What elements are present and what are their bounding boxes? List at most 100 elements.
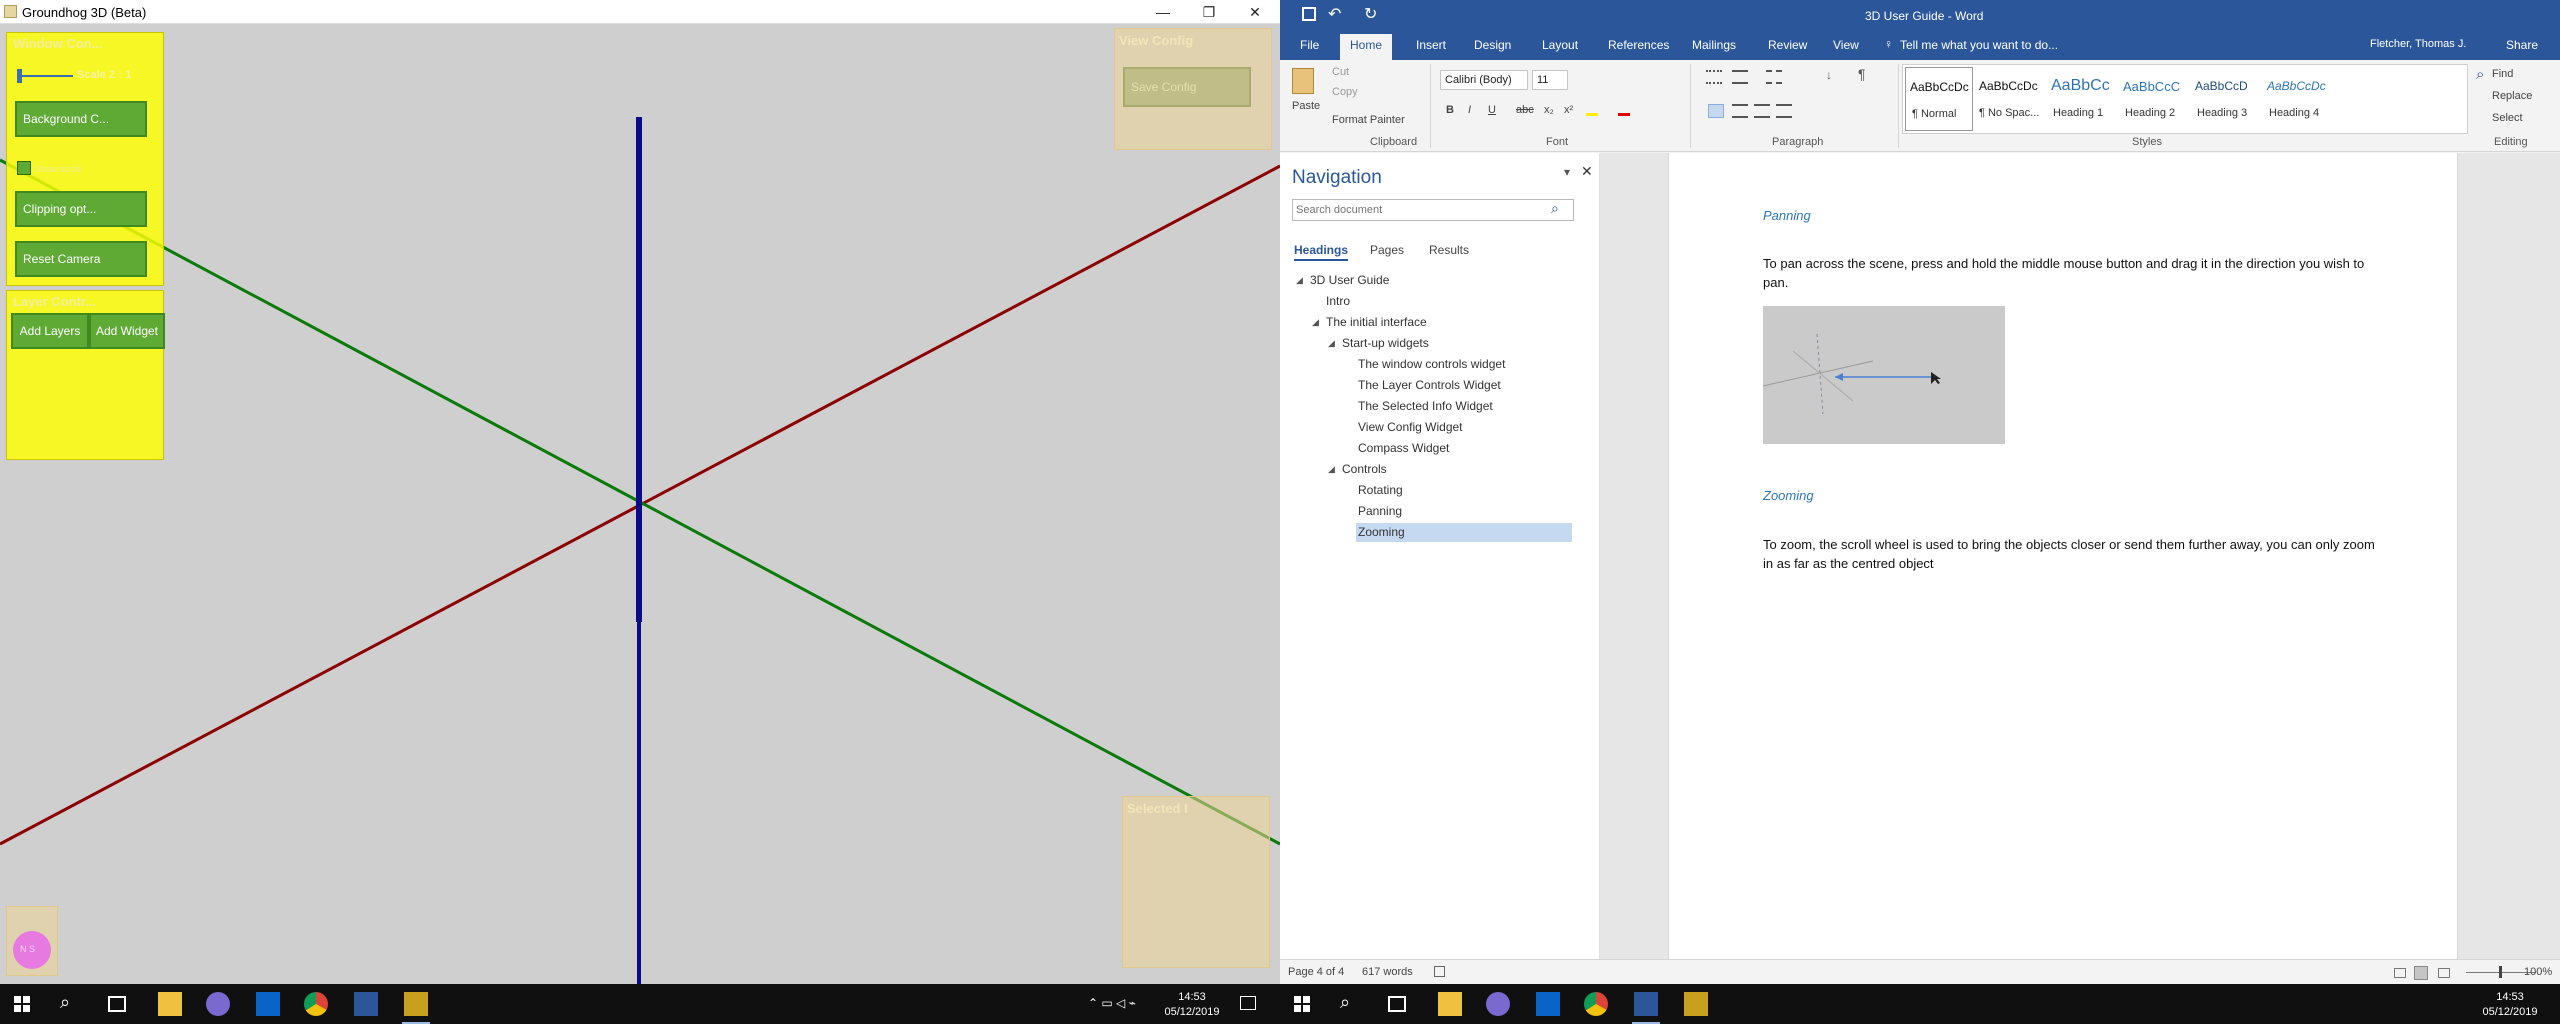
clock-time[interactable]: 14:53 <box>2478 990 2542 1004</box>
tab-file[interactable]: File <box>1300 38 1319 52</box>
file-explorer-icon[interactable] <box>158 992 182 1016</box>
font-size-select[interactable]: 11 <box>1532 70 1568 90</box>
sort-icon[interactable]: ↓ <box>1826 68 1832 82</box>
clipping-options-button[interactable]: Clipping opt... <box>15 191 147 227</box>
nav-heading[interactable]: Start-up widgets <box>1342 336 1429 350</box>
tab-headings[interactable]: Headings <box>1294 243 1349 261</box>
find-button[interactable]: Find <box>2492 68 2513 80</box>
nav-heading[interactable]: The initial interface <box>1326 315 1427 329</box>
task-view-icon[interactable] <box>108 996 126 1012</box>
search-icon[interactable]: ⌕ <box>60 992 70 1013</box>
groundhog-icon[interactable] <box>1684 992 1708 1016</box>
select-button[interactable]: Select <box>2492 112 2523 124</box>
style-normal[interactable]: AaBbCcDc ¶ Normal <box>1905 67 1973 131</box>
bold-button[interactable]: B <box>1446 104 1454 116</box>
tab-insert[interactable]: Insert <box>1416 38 1446 52</box>
nav-heading[interactable]: Panning <box>1358 504 1402 518</box>
nav-heading[interactable]: Rotating <box>1358 483 1403 497</box>
style-heading-3[interactable]: AaBbCcD Heading 3 <box>2191 67 2261 131</box>
tab-review[interactable]: Review <box>1768 38 1807 52</box>
close-button[interactable]: ✕ <box>1232 0 1278 24</box>
share-button[interactable]: Share <box>2506 38 2538 52</box>
close-icon[interactable]: ✕ <box>1581 163 1593 180</box>
nav-heading-selected[interactable]: Zooming <box>1358 525 1405 539</box>
style-heading-4[interactable]: AaBbCcDc Heading 4 <box>2263 67 2333 131</box>
web-layout-icon[interactable] <box>2438 968 2450 978</box>
outlook-icon[interactable] <box>256 992 280 1016</box>
font-color-icon[interactable] <box>1618 102 1630 116</box>
numbering-icon[interactable] <box>1732 70 1748 84</box>
tray-icons[interactable]: ⌃ ▭ ◁ ⌁ <box>1088 996 1136 1010</box>
zoom-slider-handle[interactable] <box>2499 966 2502 978</box>
minimize-button[interactable]: — <box>1140 0 1186 24</box>
reset-camera-button[interactable]: Reset Camera <box>15 241 147 277</box>
document-page[interactable]: Panning To pan across the scene, press a… <box>1668 153 2458 959</box>
nav-heading[interactable]: Compass Widget <box>1358 441 1449 455</box>
file-explorer-icon[interactable] <box>1438 992 1462 1016</box>
save-config-button[interactable]: Save Config <box>1123 67 1251 107</box>
tab-design[interactable]: Design <box>1474 38 1511 52</box>
background-colour-button[interactable]: Background C... <box>15 101 147 137</box>
style-heading-2[interactable]: AaBbCcC Heading 2 <box>2119 67 2189 131</box>
search-icon[interactable]: ⌕ <box>1551 200 1559 217</box>
format-painter-button[interactable]: Format Painter <box>1332 114 1405 126</box>
start-icon[interactable] <box>1294 996 1310 1012</box>
copy-button[interactable]: Copy <box>1332 86 1358 98</box>
underline-button[interactable]: U <box>1488 104 1496 116</box>
tab-view[interactable]: View <box>1833 38 1859 52</box>
clock-date[interactable]: 05/12/2019 <box>2478 1005 2542 1019</box>
add-layers-button[interactable]: Add Layers <box>11 313 89 349</box>
tab-results[interactable]: Results <box>1429 243 1469 257</box>
user-name[interactable]: Fletcher, Thomas J. <box>2370 38 2466 50</box>
nav-heading[interactable]: The Layer Controls Widget <box>1358 378 1501 392</box>
add-widget-button[interactable]: Add Widget <box>89 313 165 349</box>
groundhog-icon[interactable] <box>404 992 428 1016</box>
search-icon[interactable]: ⌕ <box>1340 992 1350 1013</box>
nav-heading[interactable]: The window controls widget <box>1358 357 1505 371</box>
pilcrow-icon[interactable]: ¶ <box>1858 66 1866 82</box>
3d-viewport[interactable]: Window Con... Scale Z : 1 Background C..… <box>0 24 1280 984</box>
nav-heading[interactable]: Intro <box>1326 294 1350 308</box>
clock-time[interactable]: 14:53 <box>1160 990 1224 1004</box>
scale-slider-track[interactable] <box>17 75 73 77</box>
proofing-icon[interactable] <box>1434 966 1445 977</box>
notifications-icon[interactable] <box>1240 996 1256 1010</box>
chrome-icon[interactable] <box>1584 992 1608 1016</box>
zoom-level[interactable]: 100% <box>2524 966 2552 978</box>
collapse-icon[interactable]: ◢ <box>1312 317 1319 328</box>
highlight-icon[interactable] <box>1586 104 1598 116</box>
redo-icon[interactable]: ↻ <box>1364 4 1377 24</box>
word-icon[interactable] <box>354 992 378 1016</box>
replace-button[interactable]: Replace <box>2492 90 2532 102</box>
paste-icon[interactable] <box>1292 68 1314 94</box>
tab-pages[interactable]: Pages <box>1370 243 1404 257</box>
tab-home[interactable]: Home <box>1340 34 1393 60</box>
collapse-icon[interactable]: ◢ <box>1328 338 1335 349</box>
search-document-field[interactable]: ⌕ <box>1292 199 1574 221</box>
style-heading-1[interactable]: AaBbCc Heading 1 <box>2047 67 2117 131</box>
subscript-button[interactable]: x₂ <box>1544 104 1554 116</box>
print-layout-icon[interactable] <box>2414 966 2428 980</box>
save-icon[interactable] <box>1302 7 1316 21</box>
nav-heading[interactable]: Controls <box>1342 462 1387 476</box>
tab-layout[interactable]: Layout <box>1542 38 1578 52</box>
outlook-icon[interactable] <box>1536 992 1560 1016</box>
align-left-icon[interactable] <box>1708 104 1724 118</box>
chrome-icon[interactable] <box>304 992 328 1016</box>
scale-slider-handle[interactable] <box>17 69 22 83</box>
bullets-icon[interactable] <box>1706 70 1722 84</box>
tell-me-box[interactable]: Tell me what you want to do... <box>1900 38 2058 52</box>
start-icon[interactable] <box>14 996 30 1012</box>
collapse-icon[interactable]: ◢ <box>1296 275 1303 286</box>
align-center-icon[interactable] <box>1732 104 1748 118</box>
page-count[interactable]: Page 4 of 4 <box>1288 966 1344 978</box>
align-right-icon[interactable] <box>1754 104 1770 118</box>
strikethrough-button[interactable]: abc <box>1516 104 1534 116</box>
tab-mailings[interactable]: Mailings <box>1692 38 1736 52</box>
word-icon[interactable] <box>1634 992 1658 1016</box>
navigation-options-icon[interactable]: ▾ <box>1564 165 1570 179</box>
word-count[interactable]: 617 words <box>1362 966 1413 978</box>
cut-button[interactable]: Cut <box>1332 66 1349 78</box>
nav-heading[interactable]: View Config Widget <box>1358 420 1463 434</box>
style-no-spacing[interactable]: AaBbCcDc ¶ No Spac... <box>1975 67 2045 131</box>
